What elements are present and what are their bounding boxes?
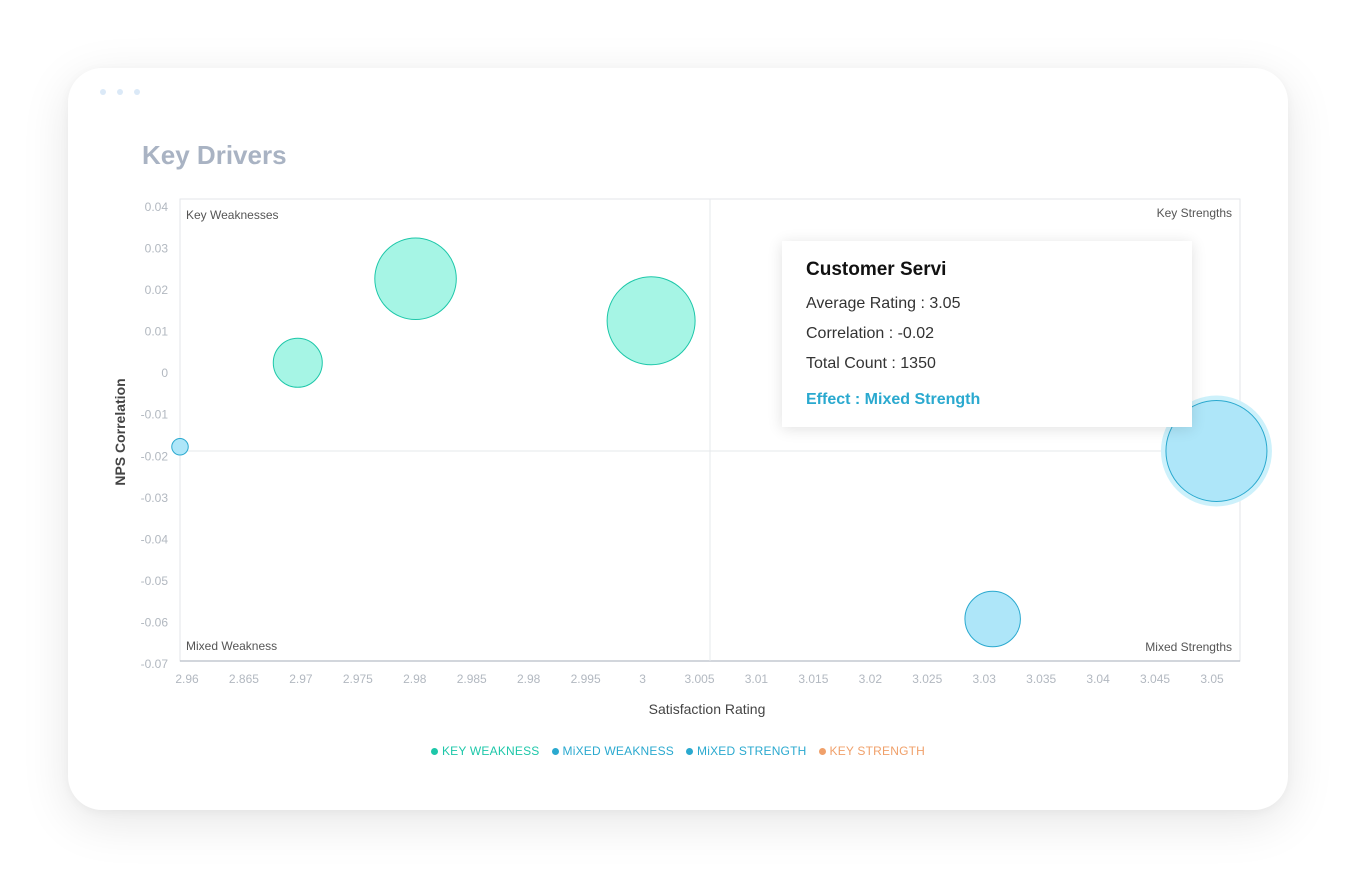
bubble-key-weakness xyxy=(272,337,323,388)
y-tick-label: -0.07 xyxy=(141,657,169,671)
x-tick-label: 3.05 xyxy=(1200,672,1224,686)
x-tick-label: 3.015 xyxy=(798,672,828,686)
y-tick-label: 0 xyxy=(161,366,168,380)
data-tooltip: Customer Servi Average Rating : 3.05 Cor… xyxy=(782,241,1192,427)
x-tick-label: 2.865 xyxy=(229,672,259,686)
bubble-mixed-strength xyxy=(964,590,1021,648)
y-tick-label: 0.04 xyxy=(145,200,169,214)
x-tick-label: 3 xyxy=(639,672,646,686)
tooltip-correlation: Correlation : -0.02 xyxy=(806,325,935,342)
legend-marker xyxy=(551,747,559,755)
legend-item-key-strength[interactable]: KEY STRENGTH xyxy=(818,744,926,758)
x-tick-label: 3.04 xyxy=(1086,672,1110,686)
quadrant-label-key-weaknesses: Key Weaknesses xyxy=(186,208,279,222)
x-tick-label: 3.01 xyxy=(745,672,769,686)
x-tick-label: 3.035 xyxy=(1026,672,1056,686)
tooltip-average-rating: Average Rating : 3.05 xyxy=(806,295,961,312)
quadrant-label-mixed-weakness: Mixed Weakness xyxy=(186,639,277,653)
x-tick-label: 2.985 xyxy=(457,672,487,686)
tooltip-title: Customer Servi xyxy=(806,259,947,280)
chart-card: Key Drivers 0.04 0.03 0.02 0.01 0 -0.01 -0.02-… xyxy=(68,68,1288,810)
x-tick-label: 3.045 xyxy=(1140,672,1170,686)
tooltip-total-count: Total Count : 1350 xyxy=(806,355,936,372)
x-tick-label: 2.97 xyxy=(289,672,313,686)
legend-item-mixed-weakness[interactable]: MiXED WEAKNESS xyxy=(551,744,675,758)
y-tick-label: 0.03 xyxy=(145,242,169,256)
x-axis-title: Satisfaction Rating xyxy=(649,701,766,717)
x-tick-label: 3.02 xyxy=(859,672,883,686)
x-tick-label: 2.98 xyxy=(403,672,427,686)
tooltip-effect: Effect : Mixed Strength xyxy=(806,391,981,408)
legend-marker xyxy=(818,747,826,755)
y-tick-label: -0.06 xyxy=(141,615,169,629)
bubble-key-weakness xyxy=(374,237,457,321)
x-tick-label: 2.96 xyxy=(175,672,199,686)
y-tick-label: -0.04 xyxy=(141,532,169,546)
x-tick-label: 3.03 xyxy=(973,672,997,686)
legend-marker xyxy=(686,747,694,755)
y-tick-label: 0.01 xyxy=(145,325,169,339)
legend-item-mixed-strength[interactable]: MiXED STRENGTH xyxy=(686,744,806,758)
quadrant-label-key-strengths: Key Strengths xyxy=(1157,206,1232,220)
y-tick-label: -0.02 xyxy=(141,449,169,463)
bubble-mixed-weakness xyxy=(171,438,189,456)
y-tick-label: -0.01 xyxy=(141,408,169,422)
y-tick-label: 0.02 xyxy=(145,283,169,297)
quadrant-label-mixed-strengths: Mixed Strengths xyxy=(1145,640,1232,654)
legend-label: KEY WEAKNESS xyxy=(441,744,540,758)
x-tick-label: 2.995 xyxy=(571,672,601,686)
y-tick-label: -0.03 xyxy=(141,491,169,505)
bubble-key-weakness xyxy=(606,276,696,366)
x-tick-label: 2.975 xyxy=(343,672,373,686)
legend-label: MiXED WEAKNESS xyxy=(562,744,675,758)
x-tick-label: 3.005 xyxy=(684,672,714,686)
y-axis-title: NPS Correlation xyxy=(112,378,128,485)
legend-label: KEY STRENGTH xyxy=(829,744,926,758)
legend-item-key-weakness[interactable]: KEY WEAKNESS xyxy=(430,744,540,758)
legend-marker xyxy=(430,747,438,755)
y-tick-label: -0.05 xyxy=(141,574,169,588)
x-tick-label: 3.025 xyxy=(912,672,942,686)
legend-label: MiXED STRENGTH xyxy=(697,744,807,758)
x-tick-label: 2.98 xyxy=(517,672,541,686)
chart-legend: KEY WEAKNESS MiXED WEAKNESS MiXED STRENGTH… xyxy=(68,744,1288,758)
bubble-chart: 0.04 0.03 0.02 0.01 0 -0.01 -0.02 -0.03 -0.04 -0.… xyxy=(112,198,1272,717)
